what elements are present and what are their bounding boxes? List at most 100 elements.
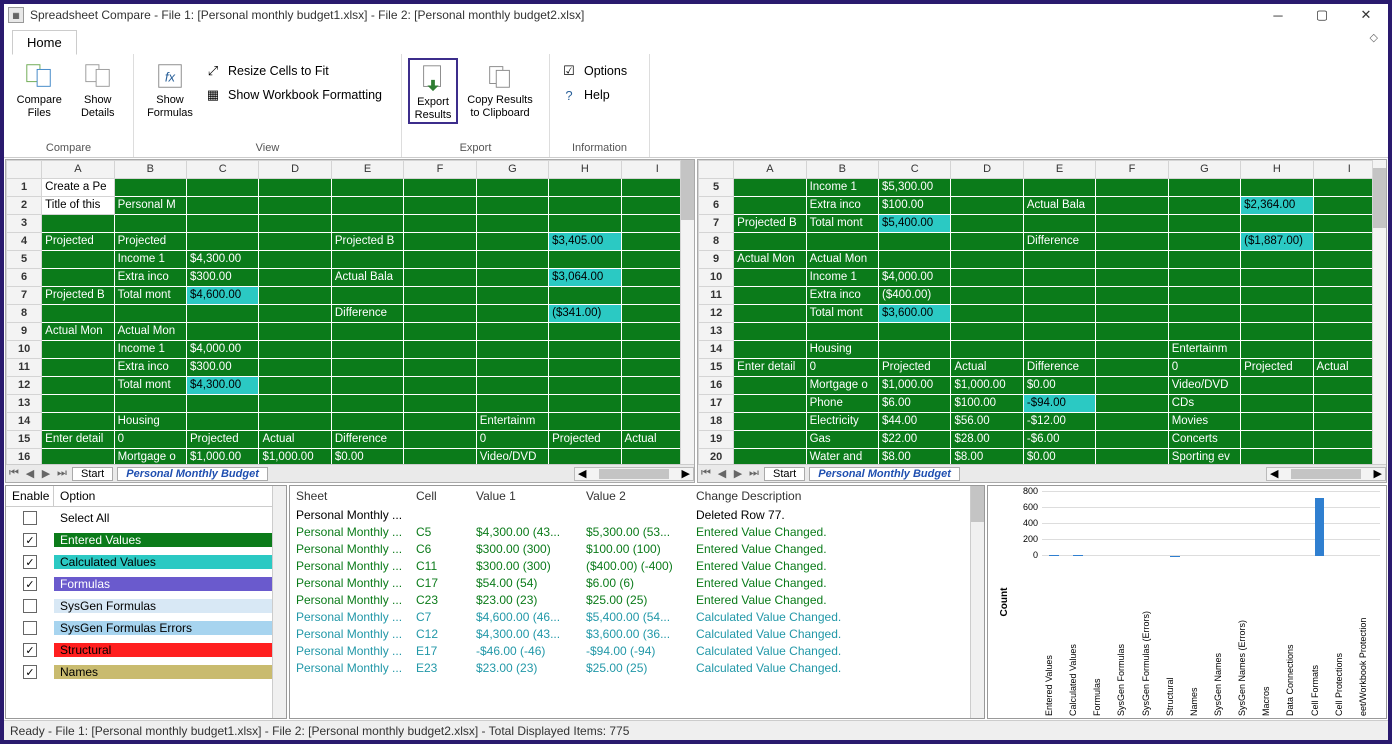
cell[interactable] xyxy=(734,268,806,286)
cell[interactable] xyxy=(404,322,476,340)
cell[interactable]: $4,300.00 xyxy=(187,250,259,268)
cell[interactable] xyxy=(1241,448,1313,464)
cell[interactable] xyxy=(259,232,331,250)
cell[interactable] xyxy=(1023,178,1095,196)
cell[interactable]: $4,600.00 xyxy=(187,286,259,304)
cell[interactable]: ($341.00) xyxy=(549,304,621,322)
cell[interactable] xyxy=(734,286,806,304)
cell[interactable] xyxy=(1168,196,1240,214)
cell[interactable]: Income 1 xyxy=(806,178,878,196)
cell[interactable] xyxy=(187,214,259,232)
cell[interactable] xyxy=(951,232,1023,250)
cell[interactable] xyxy=(1096,250,1168,268)
cell[interactable]: Title of this xyxy=(42,196,114,214)
cell[interactable] xyxy=(476,250,548,268)
cell[interactable] xyxy=(951,286,1023,304)
cell[interactable] xyxy=(1096,286,1168,304)
cell[interactable] xyxy=(1096,376,1168,394)
cell[interactable] xyxy=(1168,232,1240,250)
cell[interactable] xyxy=(879,232,951,250)
option-row[interactable]: Select All xyxy=(6,507,286,529)
cell[interactable] xyxy=(404,178,476,196)
cell[interactable] xyxy=(114,394,186,412)
cell[interactable] xyxy=(549,394,621,412)
cell[interactable] xyxy=(1096,178,1168,196)
sheet-nav-prev-2[interactable]: ◀ xyxy=(714,467,730,480)
cell[interactable]: $0.00 xyxy=(1023,376,1095,394)
cell[interactable]: Total mont xyxy=(806,304,878,322)
sheet-tab-budget[interactable]: Personal Monthly Budget xyxy=(117,467,268,481)
cell[interactable] xyxy=(1023,268,1095,286)
cell[interactable] xyxy=(1096,268,1168,286)
cell[interactable] xyxy=(734,232,806,250)
cell[interactable]: Projected B xyxy=(42,286,114,304)
cell[interactable]: $1,000.00 xyxy=(187,448,259,464)
cell[interactable] xyxy=(1241,178,1313,196)
cell[interactable] xyxy=(42,340,114,358)
cell[interactable] xyxy=(734,430,806,448)
result-row[interactable]: Personal Monthly ...C11$300.00 (300)($40… xyxy=(290,557,984,574)
cell[interactable] xyxy=(42,394,114,412)
cell[interactable] xyxy=(1168,178,1240,196)
cell[interactable] xyxy=(951,214,1023,232)
cell[interactable]: Projected xyxy=(879,358,951,376)
sheet-tab-start-2[interactable]: Start xyxy=(764,467,805,481)
cell[interactable]: Entertainm xyxy=(476,412,548,430)
cell[interactable]: $5,400.00 xyxy=(879,214,951,232)
cell[interactable]: $4,000.00 xyxy=(187,340,259,358)
cell[interactable] xyxy=(42,376,114,394)
minimize-button[interactable]: ─ xyxy=(1256,4,1300,26)
cell[interactable] xyxy=(259,412,331,430)
cell[interactable]: -$6.00 xyxy=(1023,430,1095,448)
cell[interactable] xyxy=(951,322,1023,340)
cell[interactable] xyxy=(476,304,548,322)
cell[interactable]: -$94.00 xyxy=(1023,394,1095,412)
cell[interactable]: Housing xyxy=(114,412,186,430)
cell[interactable] xyxy=(259,214,331,232)
cell[interactable] xyxy=(734,322,806,340)
results-vscroll[interactable] xyxy=(970,486,984,718)
cell[interactable] xyxy=(549,214,621,232)
cell[interactable]: Total mont xyxy=(806,214,878,232)
cell[interactable] xyxy=(42,448,114,464)
result-row[interactable]: Personal Monthly ...C12$4,300.00 (43...$… xyxy=(290,625,984,642)
cell[interactable] xyxy=(1023,214,1095,232)
cell[interactable] xyxy=(331,196,403,214)
cell[interactable]: $6.00 xyxy=(879,394,951,412)
sheet-nav-prev[interactable]: ◀ xyxy=(22,467,38,480)
cell[interactable] xyxy=(951,196,1023,214)
cell[interactable] xyxy=(187,232,259,250)
cell[interactable]: $2,364.00 xyxy=(1241,196,1313,214)
close-button[interactable]: ✕ xyxy=(1344,4,1388,26)
cell[interactable] xyxy=(476,214,548,232)
tab-home[interactable]: Home xyxy=(12,30,77,55)
cell[interactable] xyxy=(1023,322,1095,340)
cell[interactable] xyxy=(549,250,621,268)
grid1-vscroll[interactable] xyxy=(680,160,694,464)
cell[interactable] xyxy=(1168,250,1240,268)
cell[interactable]: Sporting ev xyxy=(1168,448,1240,464)
cell[interactable]: $4,300.00 xyxy=(187,376,259,394)
cell[interactable] xyxy=(1096,448,1168,464)
option-row[interactable]: ✓Calculated Values xyxy=(6,551,286,573)
cell[interactable] xyxy=(42,214,114,232)
cell[interactable] xyxy=(734,178,806,196)
cell[interactable] xyxy=(734,196,806,214)
sheet-nav-first[interactable]: ⏮ xyxy=(6,467,22,480)
cell[interactable] xyxy=(549,358,621,376)
cell[interactable] xyxy=(951,340,1023,358)
cell[interactable] xyxy=(331,340,403,358)
cell[interactable]: Enter detail xyxy=(734,358,806,376)
cell[interactable]: $1,000.00 xyxy=(879,376,951,394)
cell[interactable] xyxy=(187,394,259,412)
sheet-nav-next[interactable]: ▶ xyxy=(38,467,54,480)
cell[interactable]: $22.00 xyxy=(879,430,951,448)
cell[interactable]: $3,064.00 xyxy=(549,268,621,286)
cell[interactable]: Video/DVD xyxy=(1168,376,1240,394)
cell[interactable] xyxy=(331,412,403,430)
cell[interactable] xyxy=(1096,322,1168,340)
cell[interactable] xyxy=(404,250,476,268)
cell[interactable] xyxy=(404,340,476,358)
cell[interactable]: Income 1 xyxy=(114,340,186,358)
cell[interactable]: $4,000.00 xyxy=(879,268,951,286)
